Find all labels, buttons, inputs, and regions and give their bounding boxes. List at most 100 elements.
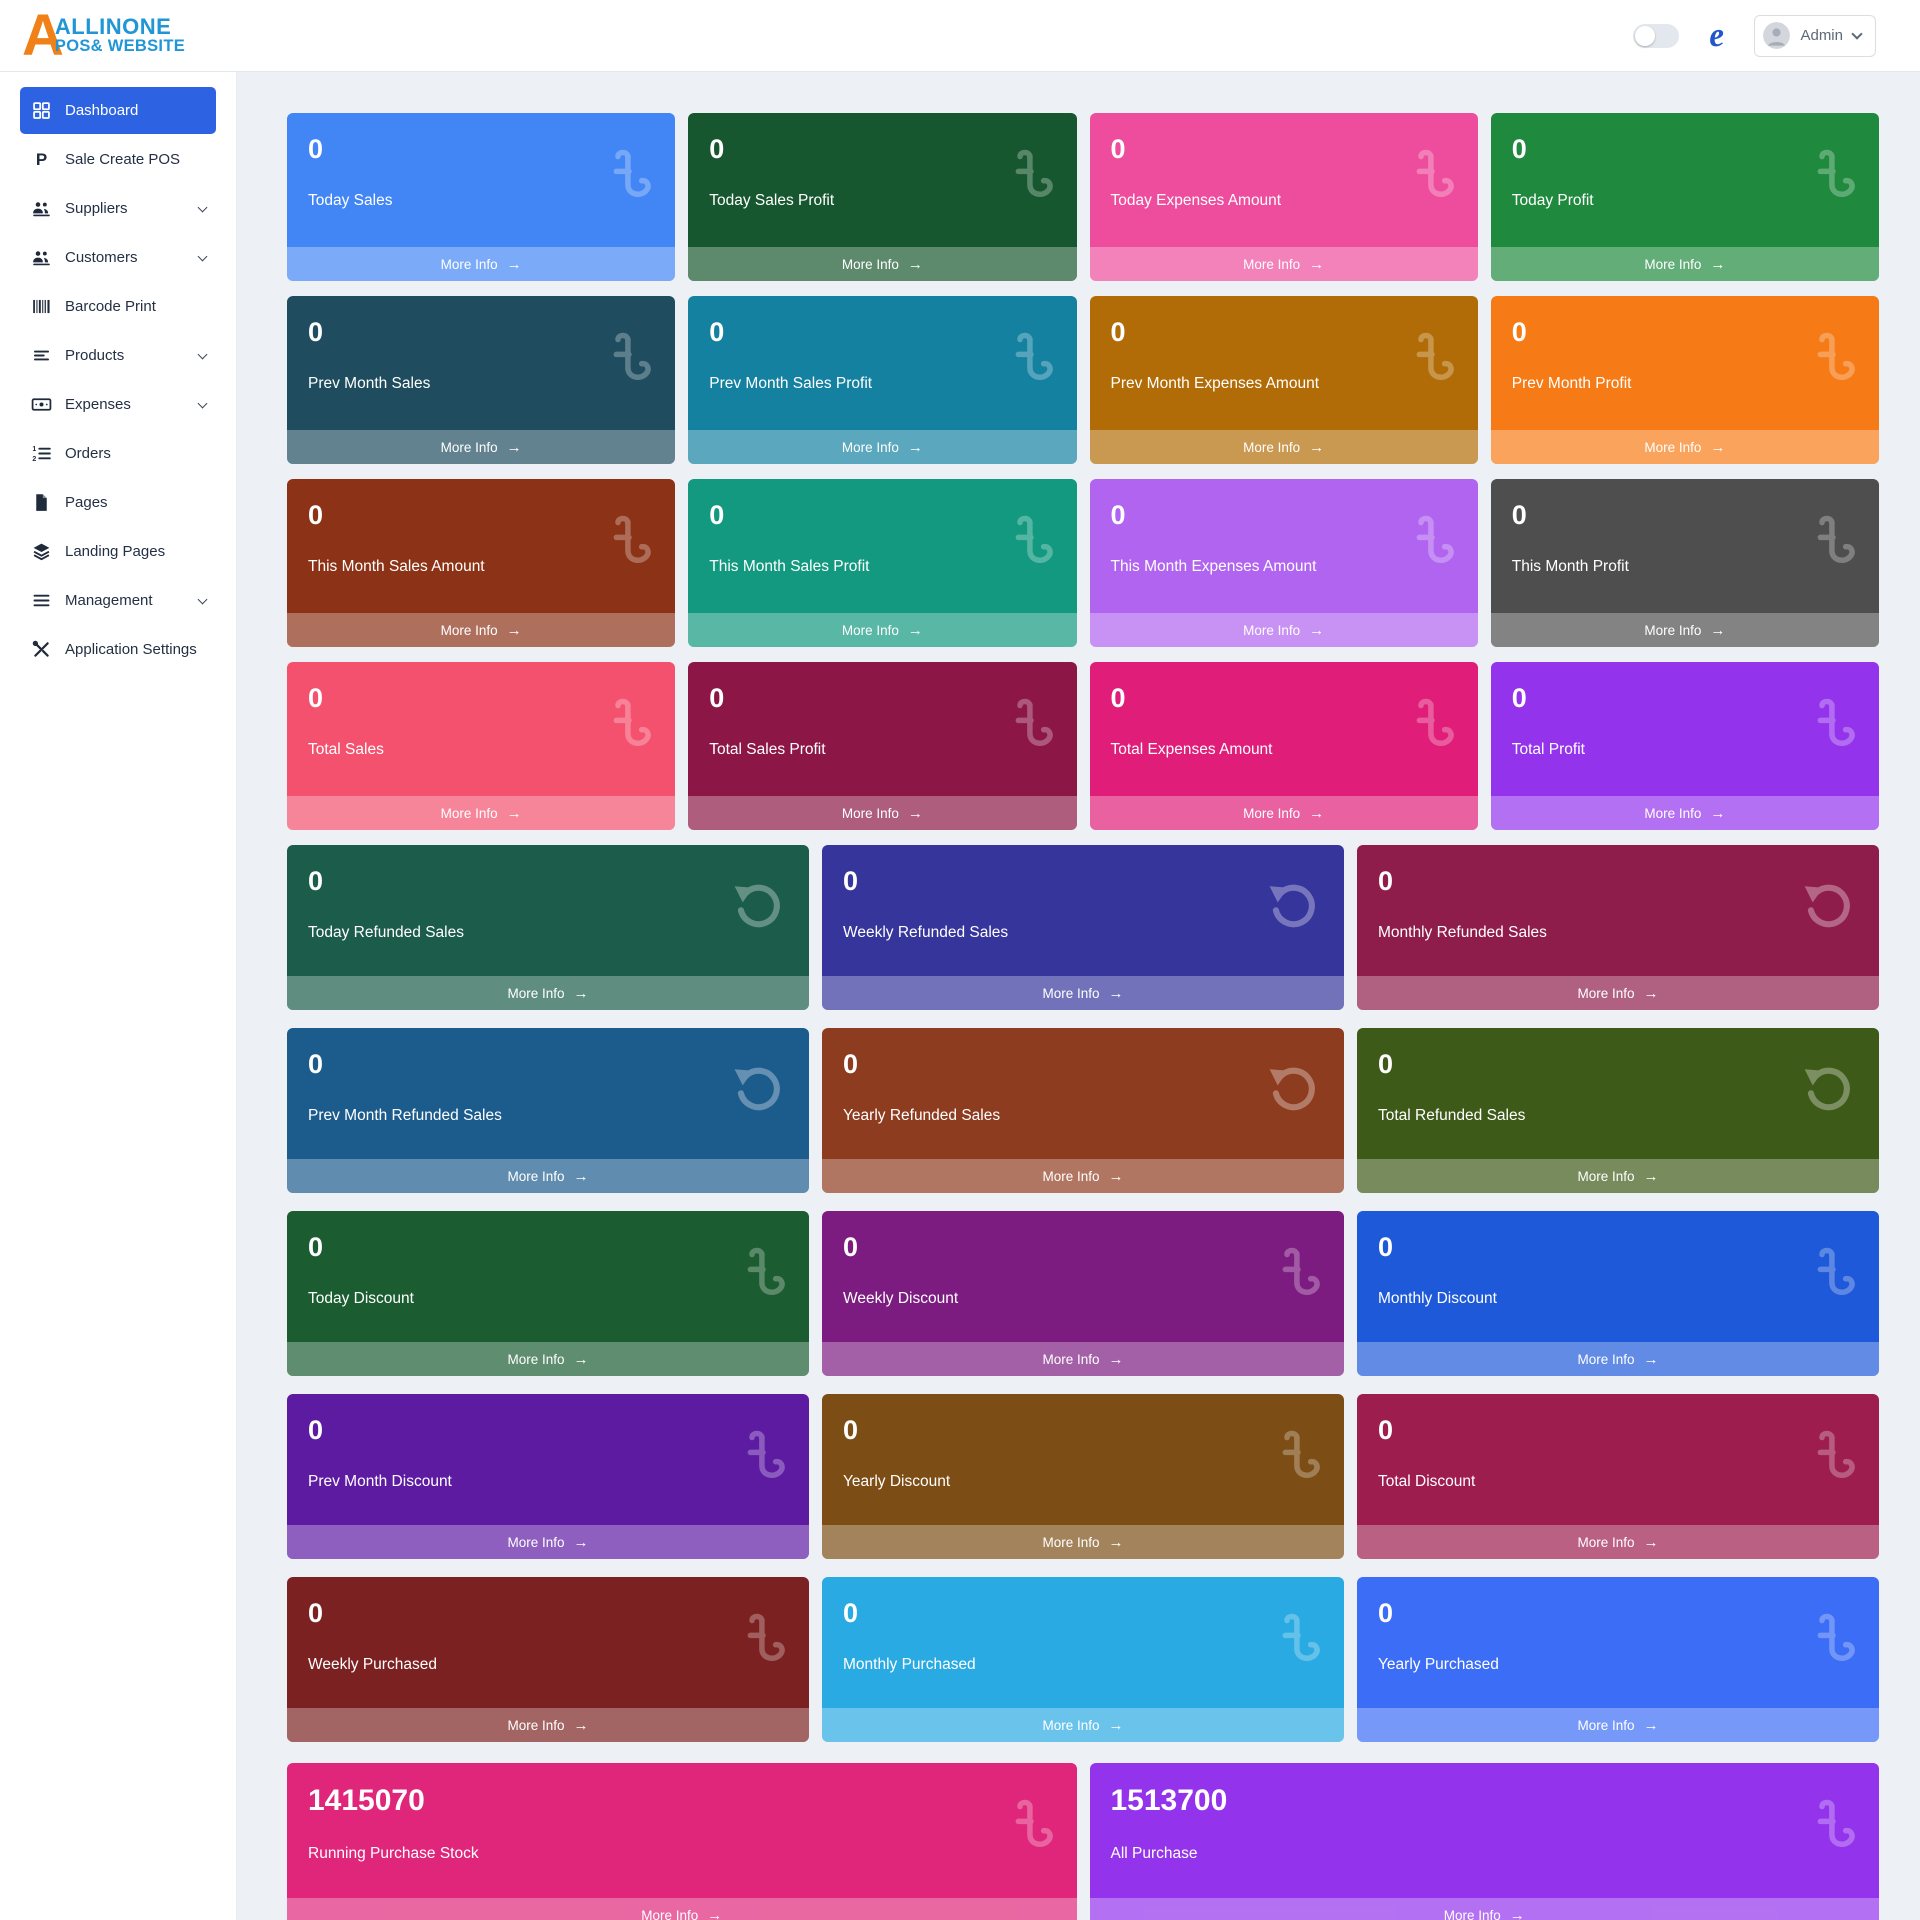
- stat-card-body: 0Total Sales: [287, 662, 675, 796]
- stat-card-total-expenses-amount: 0Total Expenses AmountMore Info→: [1090, 662, 1478, 830]
- more-info-label: More Info: [507, 986, 564, 1001]
- arrow-right-icon: →: [1644, 1352, 1659, 1367]
- more-info-link[interactable]: More Info→: [1357, 1525, 1879, 1559]
- more-info-label: More Info: [1042, 986, 1099, 1001]
- more-info-link[interactable]: More Info→: [822, 1525, 1344, 1559]
- stat-label: Prev Month Sales Profit: [709, 375, 1056, 393]
- more-info-link[interactable]: More Info→: [822, 1342, 1344, 1376]
- more-info-link[interactable]: More Info→: [1090, 430, 1478, 464]
- stat-label: Total Expenses Amount: [1111, 741, 1458, 759]
- sidebar-item-customers[interactable]: Customers: [20, 234, 216, 281]
- sidebar-item-application-settings[interactable]: Application Settings: [20, 626, 216, 673]
- app-logo: A ALLINONE POS& WEBSITE: [22, 11, 185, 60]
- arrow-right-icon: →: [507, 440, 522, 455]
- sidebar-item-sale-create-pos[interactable]: PSale Create POS: [20, 136, 216, 183]
- undo-icon: [1801, 1062, 1855, 1116]
- stat-card-weekly-purchased: 0Weekly PurchasedMore Info→: [287, 1577, 809, 1742]
- more-info-link[interactable]: More Info→: [688, 430, 1076, 464]
- stat-card-body: 0This Month Expenses Amount: [1090, 479, 1478, 613]
- more-info-link[interactable]: More Info→: [287, 1525, 809, 1559]
- stat-card-prev-month-discount: 0Prev Month DiscountMore Info→: [287, 1394, 809, 1559]
- stat-value: 0: [1378, 1049, 1859, 1080]
- sidebar-item-label: Customers: [65, 249, 138, 266]
- more-info-label: More Info: [1644, 623, 1701, 638]
- stat-card-today-profit: 0Today ProfitMore Info→: [1491, 113, 1879, 281]
- more-info-link[interactable]: More Info→: [287, 1342, 809, 1376]
- stat-label: Today Discount: [308, 1290, 789, 1308]
- stat-label: This Month Sales Amount: [308, 558, 655, 576]
- more-info-link[interactable]: More Info→: [1090, 613, 1478, 647]
- arrow-right-icon: →: [1309, 257, 1324, 272]
- more-info-link[interactable]: More Info→: [1090, 796, 1478, 830]
- arrow-right-icon: →: [1710, 806, 1725, 821]
- more-info-link[interactable]: More Info→: [1491, 430, 1879, 464]
- sidebar-item-orders[interactable]: 12Orders: [20, 430, 216, 477]
- sidebar-item-expenses[interactable]: Expenses: [20, 381, 216, 428]
- more-info-link[interactable]: More Info→: [1357, 1708, 1879, 1742]
- theme-toggle[interactable]: [1633, 24, 1679, 48]
- arrow-right-icon: →: [574, 1718, 589, 1733]
- browser-icon[interactable]: e: [1708, 18, 1725, 53]
- more-info-link[interactable]: More Info→: [1357, 1342, 1879, 1376]
- stat-value: 0: [1512, 683, 1859, 714]
- more-info-link[interactable]: More Info→: [822, 1159, 1344, 1193]
- sidebar-item-landing-pages[interactable]: Landing Pages: [20, 528, 216, 575]
- sidebar-item-suppliers[interactable]: Suppliers: [20, 185, 216, 232]
- sidebar-item-pages[interactable]: Pages: [20, 479, 216, 526]
- sidebar-item-products[interactable]: Products: [20, 332, 216, 379]
- more-info-link[interactable]: More Info→: [287, 613, 675, 647]
- arrow-right-icon: →: [908, 806, 923, 821]
- stat-card-body: 0Prev Month Discount: [287, 1394, 809, 1525]
- sidebar-item-dashboard[interactable]: Dashboard: [20, 87, 216, 134]
- more-info-link[interactable]: More Info→: [822, 976, 1344, 1010]
- chevron-down-icon: [198, 399, 208, 409]
- more-info-link[interactable]: More Info→: [1357, 976, 1879, 1010]
- dashboard-content: 0Today SalesMore Info→0Today Sales Profi…: [237, 72, 1920, 1920]
- arrow-right-icon: →: [574, 1169, 589, 1184]
- more-info-label: More Info: [641, 1908, 698, 1920]
- more-info-link[interactable]: More Info→: [287, 976, 809, 1010]
- stat-value: 0: [308, 1049, 789, 1080]
- more-info-link[interactable]: More Info→: [688, 796, 1076, 830]
- taka-currency-icon: [741, 1428, 785, 1490]
- stat-card-body: 0Weekly Discount: [822, 1211, 1344, 1342]
- more-info-link[interactable]: More Info→: [287, 1159, 809, 1193]
- stat-card-body: 0Total Expenses Amount: [1090, 662, 1478, 796]
- stat-card-total-discount: 0Total DiscountMore Info→: [1357, 1394, 1879, 1559]
- top-header: A ALLINONE POS& WEBSITE e Admin: [0, 0, 1920, 72]
- user-menu[interactable]: Admin: [1754, 15, 1876, 57]
- sidebar-item-label: Management: [65, 592, 153, 609]
- stat-card-this-month-expenses-amount: 0This Month Expenses AmountMore Info→: [1090, 479, 1478, 647]
- sidebar-item-barcode-print[interactable]: Barcode Print: [20, 283, 216, 330]
- more-info-link[interactable]: More Info→: [287, 1898, 1077, 1920]
- stat-label: Total Refunded Sales: [1378, 1107, 1859, 1125]
- more-info-link[interactable]: More Info→: [688, 247, 1076, 281]
- more-info-label: More Info: [1042, 1169, 1099, 1184]
- tools-icon: [31, 639, 52, 660]
- stat-value: 0: [709, 317, 1056, 348]
- taka-currency-icon: [1410, 147, 1454, 209]
- more-info-link[interactable]: More Info→: [822, 1708, 1344, 1742]
- more-info-link[interactable]: More Info→: [287, 1708, 809, 1742]
- more-info-link[interactable]: More Info→: [688, 613, 1076, 647]
- taka-currency-icon: [607, 147, 651, 209]
- more-info-link[interactable]: More Info→: [287, 796, 675, 830]
- more-info-link[interactable]: More Info→: [1357, 1159, 1879, 1193]
- more-info-link[interactable]: More Info→: [1491, 613, 1879, 647]
- taka-currency-icon: [1811, 147, 1855, 209]
- more-info-link[interactable]: More Info→: [1090, 247, 1478, 281]
- sidebar-item-management[interactable]: Management: [20, 577, 216, 624]
- taka-currency-icon: [1811, 696, 1855, 758]
- more-info-label: More Info: [1243, 440, 1300, 455]
- more-info-link[interactable]: More Info→: [1090, 1898, 1880, 1920]
- stat-label: Weekly Purchased: [308, 1656, 789, 1674]
- more-info-label: More Info: [1577, 986, 1634, 1001]
- undo-icon: [1266, 1062, 1320, 1116]
- stat-card-today-sales-profit: 0Today Sales ProfitMore Info→: [688, 113, 1076, 281]
- more-info-link[interactable]: More Info→: [1491, 796, 1879, 830]
- stat-value: 0: [1378, 1232, 1859, 1263]
- more-info-link[interactable]: More Info→: [1491, 247, 1879, 281]
- more-info-link[interactable]: More Info→: [287, 430, 675, 464]
- stat-label: Prev Month Discount: [308, 1473, 789, 1491]
- more-info-link[interactable]: More Info→: [287, 247, 675, 281]
